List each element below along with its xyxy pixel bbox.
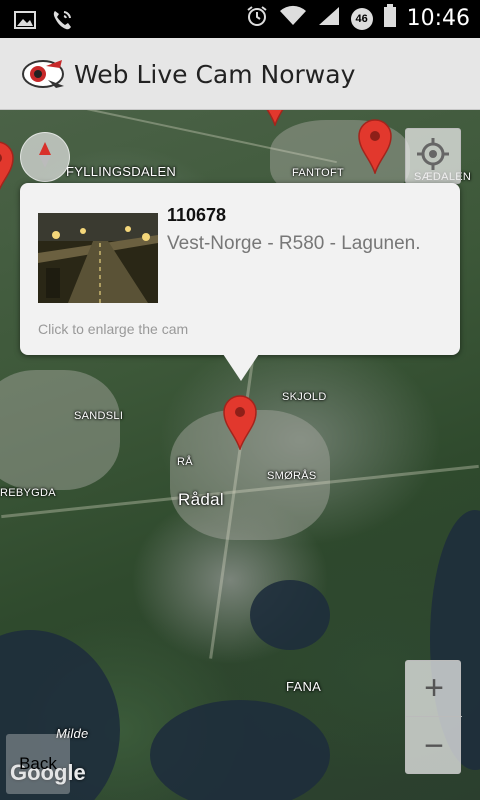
camera-location: Vest-Norge - R580 - Lagunen. [167,233,421,254]
place-label-skjold: SKJOLD [282,391,327,403]
app-title: Web Live Cam Norway [74,60,356,89]
selected-marker-pin-icon[interactable] [223,394,257,452]
status-bar: 46 10:46 [0,0,480,38]
battery-icon [383,4,397,33]
zoom-in-button[interactable]: + [406,661,462,717]
map-marker-pin-icon[interactable] [0,140,14,196]
network-badge: 46 [350,7,373,30]
app-bar: Web Live Cam Norway [0,38,480,110]
compass-icon [33,140,57,175]
image-icon [14,10,36,35]
enlarge-hint: Click to enlarge the cam [38,321,189,337]
camera-thumbnail[interactable] [38,213,158,303]
camera-info-window[interactable]: 110678 Vest-Norge - R580 - Lagunen. Clic… [20,183,460,381]
water-area [250,580,330,650]
clock: 10:46 [406,6,470,31]
place-label-fana: FANA [286,679,322,694]
place-label-radal: Rådal [178,490,224,509]
place-label-fyllingsdalen: FYLLINGSDALEN [66,164,177,179]
place-label-ra: RÅ [177,456,193,468]
place-label-smoras: SMØRÅS [267,470,317,482]
back-button[interactable]: Back [6,734,70,794]
compass-button[interactable] [20,132,70,182]
zoom-controls: + − [405,660,462,774]
place-label-rebygda: REBYGDA [0,487,56,499]
place-label-fantoft: FANTOFT [292,167,345,179]
signal-icon [317,5,341,32]
map-marker-pin-icon[interactable] [358,118,392,176]
alarm-icon [245,4,269,33]
crosshair-location-icon [416,137,450,176]
urban-area [0,370,120,490]
place-label-sandsli: SANDSLI [74,410,124,422]
my-location-button[interactable] [405,128,461,184]
zoom-out-button[interactable]: − [406,718,462,774]
wifi-icon [279,5,307,32]
map-marker-pin-icon[interactable] [258,110,292,128]
camera-id: 110678 [167,205,227,225]
phone-icon [50,8,74,37]
app-logo-icon[interactable] [20,56,66,92]
water-area [150,700,330,800]
